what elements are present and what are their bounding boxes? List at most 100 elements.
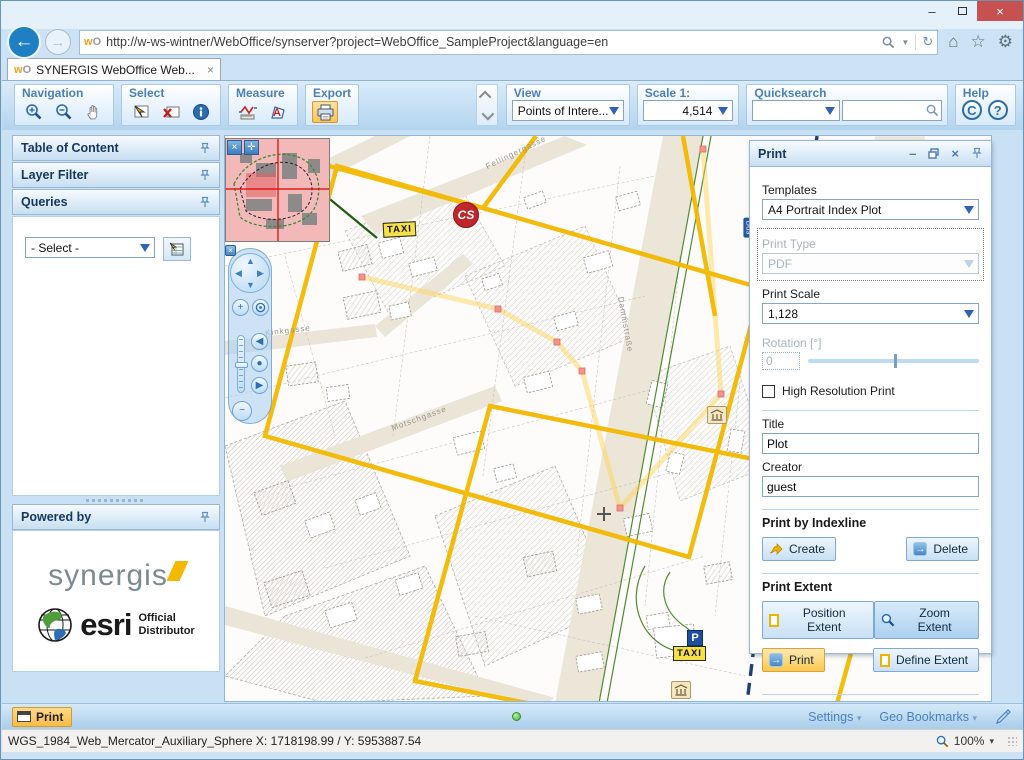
search-icon[interactable]: [882, 36, 895, 49]
widget-close-icon[interactable]: ×: [225, 245, 236, 256]
pan-south-icon[interactable]: ▼: [246, 281, 255, 290]
scale-combobox[interactable]: 4,514: [643, 100, 734, 121]
panel-restore-icon[interactable]: [928, 148, 939, 159]
forward-button[interactable]: →: [45, 29, 71, 55]
position-extent-button[interactable]: Position Extent: [762, 601, 874, 639]
title-input[interactable]: [762, 433, 979, 454]
zoom-out-button[interactable]: [51, 101, 77, 123]
pin-icon[interactable]: [199, 196, 211, 209]
queries-panel-body: - Select -: [12, 216, 220, 496]
identify-info-button[interactable]: [188, 101, 214, 123]
window-close-button[interactable]: ×: [977, 1, 1023, 21]
left-sidebar: Table of Content Layer Filter Queries - …: [12, 135, 220, 702]
delete-indexline-button[interactable]: → Delete: [906, 537, 979, 561]
zoom-out-widget-button[interactable]: −: [232, 401, 252, 421]
window-titlebar: – ×: [1, 1, 1023, 29]
help-button[interactable]: ?: [988, 100, 1008, 120]
templates-select[interactable]: A4 Portrait Index Plot: [762, 199, 979, 220]
pan-hand-button[interactable]: [81, 101, 107, 123]
pin-icon[interactable]: [199, 511, 211, 524]
print-type-label: Print Type: [762, 237, 979, 251]
group-label: Export: [306, 85, 358, 100]
browser-tab[interactable]: wO SYNERGIS WebOffice Web... ×: [7, 58, 221, 81]
pin-icon[interactable]: [971, 147, 983, 160]
high-resolution-checkbox[interactable]: [762, 385, 775, 398]
window-maximize-button[interactable]: [947, 1, 977, 21]
select-by-rectangle-button[interactable]: [128, 101, 154, 123]
toolbar-collapse-control[interactable]: [476, 84, 498, 126]
templates-label: Templates: [762, 183, 979, 197]
query-form-button[interactable]: [163, 237, 191, 261]
zoom-in-button[interactable]: [21, 101, 47, 123]
map-navigation-widget[interactable]: × ▲ ▼ ◀ ▶ + ◀ ● ▶ −: [228, 248, 272, 424]
quicksearch-category-select[interactable]: [752, 100, 840, 121]
weboffice-page: Navigation Select Measure: [2, 80, 1023, 729]
measure-line-button[interactable]: [235, 101, 261, 123]
back-button[interactable]: ←: [7, 25, 41, 59]
clear-selection-button[interactable]: [158, 101, 184, 123]
search-dropdown-icon[interactable]: ▼: [901, 38, 909, 47]
zoom-slider[interactable]: [237, 335, 245, 393]
taxi-sign: TAXI: [383, 221, 417, 238]
overview-close-button[interactable]: ×: [227, 140, 242, 155]
panel-header-table-of-content[interactable]: Table of Content: [12, 135, 220, 161]
group-label: Scale 1:: [638, 85, 739, 100]
creator-input[interactable]: [762, 476, 979, 497]
overview-move-icon[interactable]: ✛: [244, 140, 259, 155]
toolbar-group-view: View Points of Intere...: [506, 84, 630, 126]
dropdown-arrow-icon: [964, 260, 974, 268]
print-export-button[interactable]: [312, 101, 338, 123]
toolbar-group-measure: Measure A: [228, 84, 298, 126]
query-select[interactable]: - Select -: [25, 237, 155, 258]
taskbar-print-button[interactable]: Print: [12, 707, 72, 727]
url-box[interactable]: wO http://w-ws-wintner/WebOffice/synserv…: [79, 30, 938, 55]
define-extent-button[interactable]: Define Extent: [873, 648, 979, 672]
next-extent-button[interactable]: ▶: [251, 377, 268, 394]
toolbar-group-quicksearch: Quicksearch: [746, 84, 947, 126]
panel-header-powered-by[interactable]: Powered by: [12, 504, 220, 530]
url-text[interactable]: http://w-ws-wintner/WebOffice/synserver?…: [106, 35, 882, 49]
center-button[interactable]: ●: [251, 355, 268, 372]
pin-icon[interactable]: [199, 142, 211, 155]
home-icon[interactable]: ⌂: [948, 32, 958, 52]
pan-west-icon[interactable]: ◀: [235, 269, 242, 278]
print-scale-select[interactable]: 1,128: [762, 303, 979, 324]
pan-compass[interactable]: ▲ ▼ ◀ ▶: [230, 253, 270, 293]
view-select[interactable]: Points of Intere...: [512, 100, 624, 121]
copyright-button[interactable]: C: [962, 100, 982, 120]
pin-icon[interactable]: [199, 169, 211, 182]
settings-gear-icon[interactable]: ⚙: [998, 32, 1013, 52]
create-indexline-button[interactable]: Create: [762, 537, 836, 561]
extent-rectangle-icon: [769, 614, 779, 627]
site-favicon: wO: [84, 36, 101, 48]
full-extent-button[interactable]: [252, 299, 269, 316]
panel-header-queries[interactable]: Queries: [12, 189, 220, 215]
sidebar-splitter[interactable]: [12, 496, 220, 504]
group-label: Measure: [229, 85, 297, 100]
favorites-icon[interactable]: ☆: [971, 32, 986, 52]
print-panel-header[interactable]: Print – ×: [750, 141, 991, 167]
pan-north-icon[interactable]: ▲: [246, 257, 255, 266]
measure-area-button[interactable]: A: [265, 101, 291, 123]
panel-minimize-icon[interactable]: –: [909, 146, 916, 161]
zoom-extent-button[interactable]: Zoom Extent: [874, 601, 979, 639]
tab-favicon: wO: [14, 64, 31, 76]
print-extent-heading: Print Extent: [762, 580, 979, 594]
browser-address-bar: ← → wO http://w-ws-wintner/WebOffice/syn…: [1, 26, 1023, 58]
previous-extent-button[interactable]: ◀: [251, 333, 268, 350]
divider: [762, 410, 979, 411]
zoom-in-widget-button[interactable]: +: [232, 299, 249, 316]
chevron-down-icon: [482, 107, 495, 120]
toolbar-group-scale: Scale 1: 4,514: [637, 84, 740, 126]
quicksearch-go-icon[interactable]: [926, 104, 939, 117]
refresh-icon[interactable]: ↻: [922, 34, 933, 50]
zoom-slider-handle[interactable]: [235, 362, 248, 368]
panel-close-icon[interactable]: ×: [951, 146, 959, 161]
print-button[interactable]: → Print: [762, 648, 825, 672]
rotation-slider-handle: [894, 354, 897, 368]
window-minimize-button[interactable]: –: [917, 1, 947, 21]
pan-east-icon[interactable]: ▶: [257, 269, 264, 278]
panel-header-layer-filter[interactable]: Layer Filter: [12, 162, 220, 188]
redline-pen-icon[interactable]: [995, 709, 1013, 725]
tab-close-icon[interactable]: ×: [207, 63, 214, 77]
